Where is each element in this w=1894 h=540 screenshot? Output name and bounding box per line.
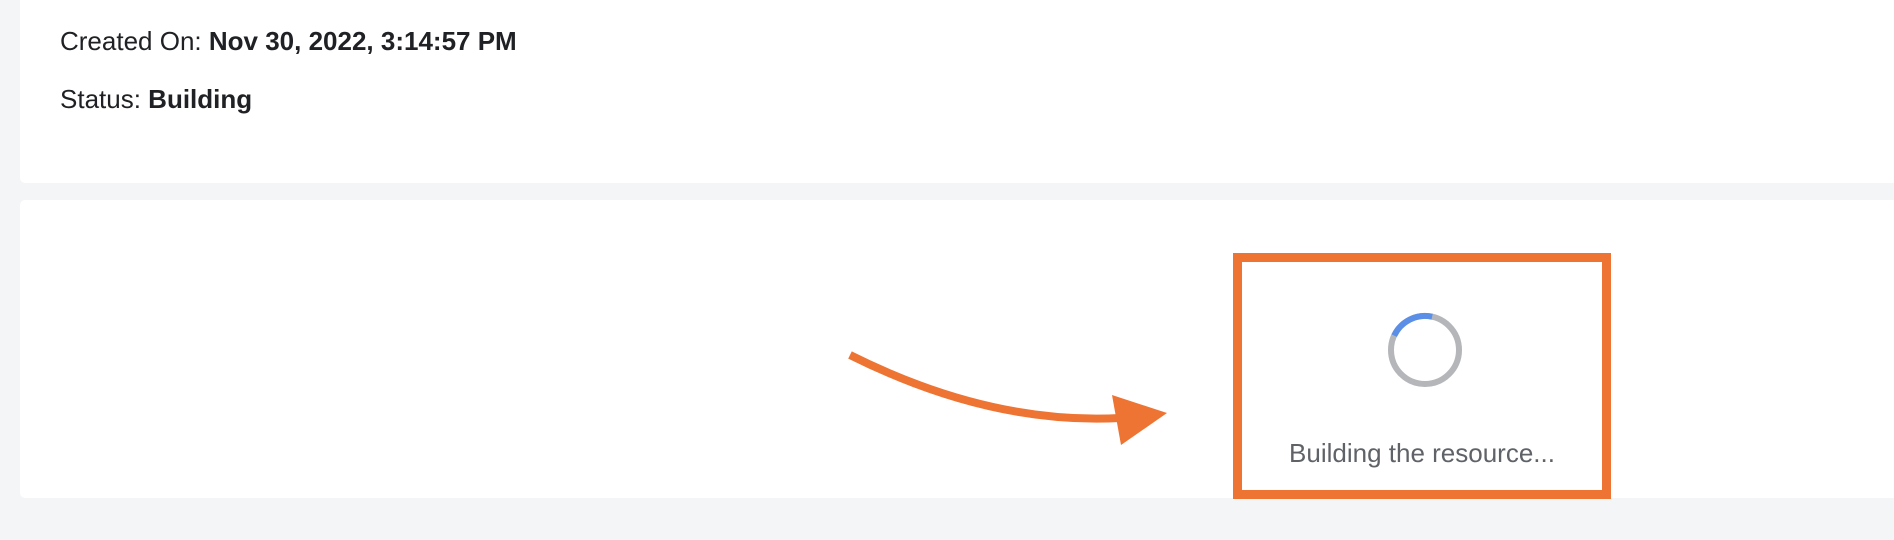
status-label: Status: xyxy=(60,84,141,114)
status-row: Status: Building xyxy=(60,83,252,115)
created-on-value: Nov 30, 2022, 3:14:57 PM xyxy=(208,26,517,56)
annotation-highlight-box xyxy=(1233,253,1611,499)
status-value: Building xyxy=(148,84,253,114)
annotation-arrow-icon xyxy=(848,351,1167,445)
created-on-row: Created On: Nov 30, 2022, 3:14:57 PM xyxy=(60,25,517,57)
created-on-label: Created On: xyxy=(60,26,202,56)
